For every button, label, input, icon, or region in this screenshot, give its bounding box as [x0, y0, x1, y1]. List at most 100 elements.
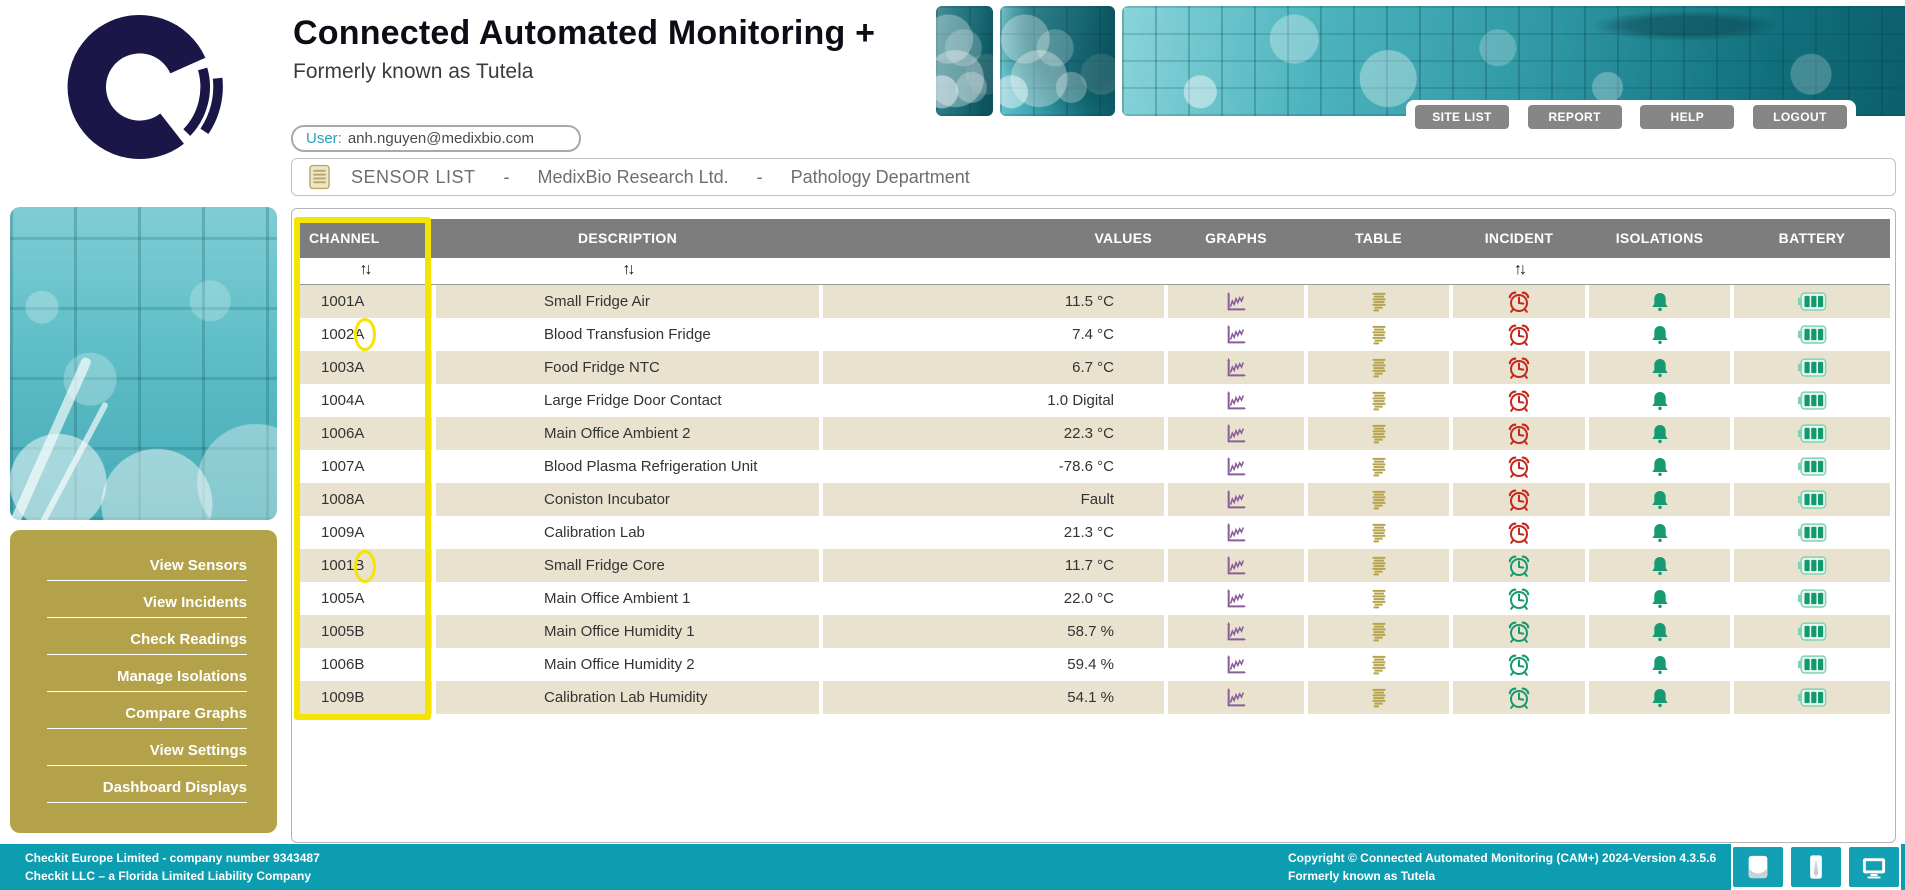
mobile-icon[interactable] [1791, 847, 1841, 887]
line-chart-icon[interactable] [1225, 489, 1247, 511]
list-lines-icon[interactable] [1368, 423, 1390, 445]
alarm-clock-icon[interactable] [1507, 554, 1531, 578]
sidebar-item-view-sensors[interactable]: View Sensors [47, 557, 247, 581]
line-chart-icon[interactable] [1225, 621, 1247, 643]
nav-button-help[interactable]: HELP [1640, 105, 1734, 129]
battery-icon[interactable] [1797, 588, 1827, 609]
alarm-clock-icon[interactable] [1507, 455, 1531, 479]
list-lines-icon[interactable] [1368, 555, 1390, 577]
list-lines-icon[interactable] [1368, 687, 1390, 709]
alarm-clock-icon[interactable] [1507, 422, 1531, 446]
battery-icon[interactable] [1797, 291, 1827, 312]
battery-icon[interactable] [1797, 522, 1827, 543]
line-chart-icon[interactable] [1225, 654, 1247, 676]
table-row: 1007A Blood Plasma Refrigeration Unit -7… [297, 450, 1890, 483]
monitor-icon[interactable] [1849, 847, 1899, 887]
sort-incident-button[interactable]: ↑↓ [1453, 258, 1585, 282]
column-header-channel: CHANNEL [297, 219, 432, 258]
alarm-clock-icon[interactable] [1507, 521, 1531, 545]
line-chart-icon[interactable] [1225, 555, 1247, 577]
line-chart-icon[interactable] [1225, 390, 1247, 412]
sidebar-item-manage-isolations[interactable]: Manage Isolations [47, 668, 247, 692]
alarm-clock-icon[interactable] [1507, 653, 1531, 677]
list-lines-icon[interactable] [1368, 522, 1390, 544]
sensor-table: CHANNEL DESCRIPTION VALUES GRAPHS TABLE … [291, 208, 1896, 843]
battery-icon[interactable] [1797, 654, 1827, 675]
line-chart-icon[interactable] [1225, 357, 1247, 379]
user-box: User: anh.nguyen@medixbio.com [291, 125, 581, 152]
battery-icon[interactable] [1797, 489, 1827, 510]
bell-icon[interactable] [1649, 291, 1671, 313]
channel-cell: 1006B [297, 648, 432, 681]
list-lines-icon[interactable] [1368, 588, 1390, 610]
bell-icon[interactable] [1649, 522, 1671, 544]
line-chart-icon[interactable] [1225, 324, 1247, 346]
sidebar-item-view-settings[interactable]: View Settings [47, 742, 247, 766]
line-chart-icon[interactable] [1225, 291, 1247, 313]
battery-icon[interactable] [1797, 357, 1827, 378]
line-chart-icon[interactable] [1225, 456, 1247, 478]
sidebar-item-view-incidents[interactable]: View Incidents [47, 594, 247, 618]
alarm-clock-icon[interactable] [1507, 620, 1531, 644]
sidebar-item-compare-graphs[interactable]: Compare Graphs [47, 705, 247, 729]
alarm-clock-icon[interactable] [1507, 290, 1531, 314]
line-chart-icon[interactable] [1225, 687, 1247, 709]
sidebar-item-check-readings[interactable]: Check Readings [47, 631, 247, 655]
battery-icon[interactable] [1797, 621, 1827, 642]
nav-button-site-list[interactable]: SITE LIST [1415, 105, 1509, 129]
sort-channel-button[interactable]: ↑↓ [297, 258, 432, 282]
list-lines-icon[interactable] [1368, 489, 1390, 511]
list-lines-icon[interactable] [1368, 324, 1390, 346]
battery-icon[interactable] [1797, 324, 1827, 345]
value-cell: 11.7 °C [823, 549, 1164, 582]
alarm-clock-icon[interactable] [1507, 686, 1531, 710]
bell-icon[interactable] [1649, 654, 1671, 676]
list-lines-icon[interactable] [1368, 654, 1390, 676]
list-lines-icon[interactable] [1368, 456, 1390, 478]
table-row: 1001A Small Fridge Air 11.5 °C [297, 285, 1890, 318]
bell-icon[interactable] [1649, 555, 1671, 577]
nav-button-report[interactable]: REPORT [1528, 105, 1622, 129]
list-lines-icon[interactable] [1368, 390, 1390, 412]
battery-icon[interactable] [1797, 687, 1827, 708]
bell-icon[interactable] [1649, 621, 1671, 643]
table-row: 1004A Large Fridge Door Contact 1.0 Digi… [297, 384, 1890, 417]
line-chart-icon[interactable] [1225, 588, 1247, 610]
footer-company-line2: Checkit LLC – a Florida Limited Liabilit… [25, 867, 320, 885]
column-header-isolations: ISOLATIONS [1589, 219, 1730, 258]
alarm-clock-icon[interactable] [1507, 587, 1531, 611]
bell-icon[interactable] [1649, 456, 1671, 478]
bell-icon[interactable] [1649, 687, 1671, 709]
sidebar-item-dashboard-displays[interactable]: Dashboard Displays [47, 779, 247, 803]
value-cell: 54.1 % [823, 681, 1164, 714]
alarm-clock-icon[interactable] [1507, 356, 1531, 380]
battery-icon[interactable] [1797, 456, 1827, 477]
battery-icon[interactable] [1797, 423, 1827, 444]
bell-icon[interactable] [1649, 588, 1671, 610]
nav-button-logout[interactable]: LOGOUT [1753, 105, 1847, 129]
line-chart-icon[interactable] [1225, 522, 1247, 544]
bell-icon[interactable] [1649, 423, 1671, 445]
bell-icon[interactable] [1649, 324, 1671, 346]
battery-icon[interactable] [1797, 390, 1827, 411]
alarm-clock-icon[interactable] [1507, 488, 1531, 512]
bell-icon[interactable] [1649, 357, 1671, 379]
alarm-clock-icon[interactable] [1507, 323, 1531, 347]
column-header-table: TABLE [1308, 219, 1449, 258]
list-lines-icon[interactable] [1368, 291, 1390, 313]
tablet-icon[interactable] [1733, 847, 1783, 887]
value-cell: 1.0 Digital [823, 384, 1164, 417]
channel-cell: 1009A [297, 516, 432, 549]
description-cell: Blood Transfusion Fridge [436, 318, 819, 351]
sort-description-button[interactable]: ↑↓ [436, 258, 819, 282]
line-chart-icon[interactable] [1225, 423, 1247, 445]
value-cell: 59.4 % [823, 648, 1164, 681]
alarm-clock-icon[interactable] [1507, 389, 1531, 413]
bell-icon[interactable] [1649, 390, 1671, 412]
list-lines-icon[interactable] [1368, 621, 1390, 643]
table-row: 1006A Main Office Ambient 2 22.3 °C [297, 417, 1890, 450]
list-lines-icon[interactable] [1368, 357, 1390, 379]
battery-icon[interactable] [1797, 555, 1827, 576]
bell-icon[interactable] [1649, 489, 1671, 511]
value-cell: 6.7 °C [823, 351, 1164, 384]
